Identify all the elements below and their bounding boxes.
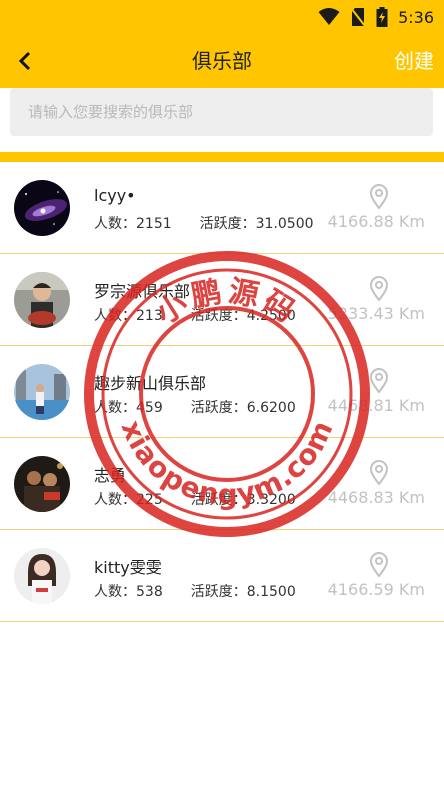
page-title: 俱乐部 xyxy=(192,49,252,73)
club-list-item[interactable]: kitty雯雯 人数：538 活跃度：8.1500 4166.59 Km xyxy=(0,530,444,622)
location-pin-icon xyxy=(369,276,389,302)
club-list-item[interactable]: 志勇 人数：225 活跃度：3.3200 4468.83 Km xyxy=(0,438,444,530)
club-name: 趣步新山俱乐部 xyxy=(94,374,207,393)
app-bar: 俱乐部 创建 xyxy=(0,34,444,88)
member-count: 人数：213 xyxy=(94,308,163,324)
status-time: 5:36 xyxy=(398,7,434,27)
search-area xyxy=(0,88,444,152)
member-count: 人数：538 xyxy=(94,584,163,600)
club-list: lcyy• 人数：2151 活跃度：31.0500 4166.88 Km 罗宗源俱… xyxy=(0,162,444,622)
club-stats: 人数：225 活跃度：3.3200 xyxy=(94,489,296,509)
activity-score: 活跃度：4.2500 xyxy=(190,308,296,324)
club-distance: 4166.88 Km xyxy=(327,212,425,231)
section-divider xyxy=(0,152,444,162)
member-count: 人数：2151 xyxy=(94,216,172,232)
club-distance: 5233.43 Km xyxy=(327,304,425,323)
back-button[interactable] xyxy=(10,46,40,76)
club-avatar xyxy=(14,364,70,420)
status-bar: 5:36 xyxy=(0,0,444,34)
club-avatar xyxy=(14,548,70,604)
club-stats: 人数：213 活跃度：4.2500 xyxy=(94,305,296,325)
club-name: 罗宗源俱乐部 xyxy=(94,282,191,301)
search-box xyxy=(10,88,433,136)
club-avatar xyxy=(14,272,70,328)
location-pin-icon xyxy=(369,552,389,578)
club-distance: 4468.81 Km xyxy=(327,396,425,415)
club-avatar xyxy=(14,180,70,236)
search-input[interactable] xyxy=(10,88,433,136)
club-list-item[interactable]: 罗宗源俱乐部 人数：213 活跃度：4.2500 5233.43 Km xyxy=(0,254,444,346)
member-count: 人数：459 xyxy=(94,400,163,416)
activity-score: 活跃度：3.3200 xyxy=(190,492,296,508)
activity-score: 活跃度：31.0500 xyxy=(199,216,314,232)
club-list-item[interactable]: 趣步新山俱乐部 人数：459 活跃度：6.6200 4468.81 Km xyxy=(0,346,444,438)
chevron-left-icon xyxy=(18,51,31,71)
club-distance: 4468.83 Km xyxy=(327,488,425,507)
club-stats: 人数：2151 活跃度：31.0500 xyxy=(94,213,314,233)
activity-score: 活跃度：8.1500 xyxy=(190,584,296,600)
club-name: lcyy• xyxy=(94,186,136,205)
create-club-button[interactable]: 创建 xyxy=(394,34,434,88)
status-icons: 5:36 xyxy=(318,0,434,34)
club-distance: 4166.59 Km xyxy=(327,580,425,599)
club-stats: 人数：538 活跃度：8.1500 xyxy=(94,581,296,601)
battery-icon xyxy=(376,7,388,27)
wifi-icon xyxy=(318,8,340,26)
club-avatar xyxy=(14,456,70,512)
member-count: 人数：225 xyxy=(94,492,163,508)
club-stats: 人数：459 活跃度：6.6200 xyxy=(94,397,296,417)
no-sim-icon xyxy=(350,7,366,27)
location-pin-icon xyxy=(369,368,389,394)
club-name: 志勇 xyxy=(94,466,127,485)
location-pin-icon xyxy=(369,184,389,210)
club-list-item[interactable]: lcyy• 人数：2151 活跃度：31.0500 4166.88 Km xyxy=(0,162,444,254)
location-pin-icon xyxy=(369,460,389,486)
activity-score: 活跃度：6.6200 xyxy=(190,400,296,416)
club-name: kitty雯雯 xyxy=(94,558,162,577)
